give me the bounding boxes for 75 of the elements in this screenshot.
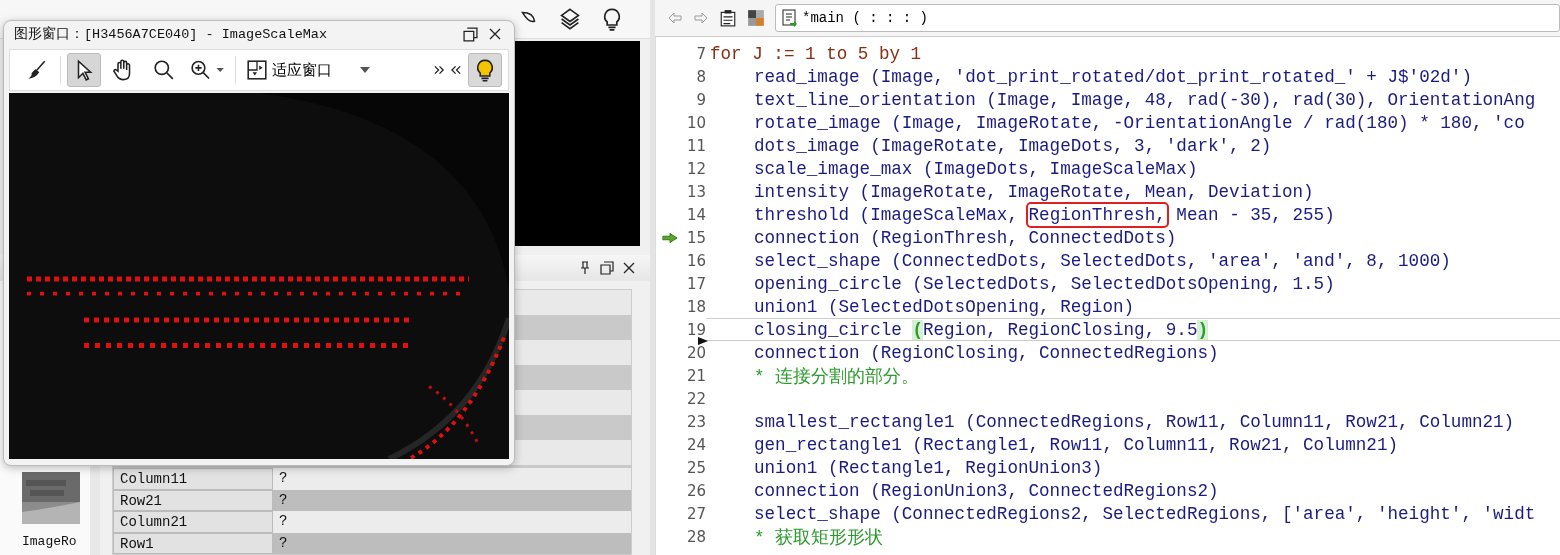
code-line: intensity (ImageRotate, ImageRotate, Mean, Deviation) (754, 181, 1314, 202)
code-line: union1 (Rectangle1, RegionUnion3) (754, 457, 1103, 478)
line-number: 10 (685, 113, 706, 132)
restore-icon[interactable] (600, 261, 614, 275)
search-icon (153, 59, 175, 81)
code-line: dots_image (ImageRotate, ImageDots, 3, 'dark', 2) (754, 135, 1272, 156)
code-line: scale_image_max (ImageDots, ImageScaleMax) (754, 158, 1198, 179)
code-line: rotate_image (Image, ImageRotate, -OrientationAngle / rad(180) * 180, 'co (754, 112, 1525, 133)
caret-icon (360, 67, 370, 73)
code-line: opening_circle (SelectedDots, SelectedDotsOpening, 1.5) (754, 273, 1335, 294)
chevrons-right-icon[interactable] (434, 65, 445, 75)
restore-icon[interactable] (463, 26, 478, 42)
procedure-dropdown[interactable]: *main ( : : : ) (775, 4, 1560, 32)
arrow-icon (662, 231, 678, 244)
line-number: 16 (685, 251, 706, 270)
triangle-marker-icon (698, 337, 708, 345)
clipboard-icon[interactable] (719, 9, 737, 27)
code-line: read_image (Image, 'dot_print_rotated/dot_print_rotated_' + J$'02d') (754, 66, 1472, 87)
line-number: 9 (695, 90, 706, 109)
code-line: * 连接分割的部分。 (754, 365, 920, 388)
pin-icon[interactable] (578, 261, 592, 275)
grid-icon[interactable] (747, 9, 765, 27)
line-number: 12 (685, 159, 706, 178)
line-number: 18 (685, 297, 706, 316)
code-line: closing_circle (Region, RegionClosing, 9.5) (754, 319, 1208, 340)
hints-toggle[interactable] (468, 53, 502, 87)
code-line: text_line_orientation (Image, Image, 48, rad(-30), rad(30), OrientationAng (754, 89, 1536, 110)
line-number: 23 (685, 412, 706, 431)
variable-name: Column11 (113, 468, 273, 490)
code-line: * 获取矩形形状 (754, 526, 884, 549)
line-number: 8 (695, 67, 706, 86)
code-line: gen_rectangle1 (Rectangle1, Row11, Column11, Row21, Column21) (754, 434, 1399, 455)
line-number: 24 (685, 435, 706, 454)
code-line: select_shape (ConnectedDots, SelectedDots, 'area', 'and', 8, 1000) (754, 250, 1451, 271)
code-line: connection (RegionThresh, ConnectedDots) (754, 227, 1177, 248)
layers-icon[interactable] (558, 7, 582, 31)
variable-name: Column21 (113, 511, 273, 533)
back-arrow-icon[interactable] (667, 12, 683, 24)
line-number: 22 (685, 389, 706, 408)
line-number: 7 (695, 44, 706, 63)
window-title: 图形窗口：[H3456A7CE040] - ImageScaleMax (14, 25, 328, 43)
line-number: 25 (685, 458, 706, 477)
line-number: 14 (685, 205, 706, 224)
line-number: 26 (685, 481, 706, 500)
fit-window-icon (246, 59, 268, 81)
forward-arrow-icon[interactable] (693, 12, 709, 24)
line-number: 15 (685, 228, 706, 247)
line-number: 13 (685, 182, 706, 201)
line-number: 17 (685, 274, 706, 293)
code-line: threshold (ImageScaleMax, RegionThresh, Mean - 35, 255) (754, 204, 1335, 225)
variable-value: ? (273, 468, 631, 490)
line-number: 21 (685, 366, 706, 385)
line-number: 28 (685, 527, 706, 546)
code-line: smallest_rectangle1 (ConnectedRegions, Row11, Column11, Row21, Column21) (754, 411, 1515, 432)
code-line: union1 (SelectedDotsOpening, Region) (754, 296, 1135, 317)
zoom-in-icon (190, 59, 226, 81)
close-icon[interactable] (488, 27, 502, 41)
procedure-icon (782, 9, 798, 27)
chevrons-left-icon[interactable] (451, 65, 462, 75)
fit-mode-dropdown[interactable]: 适应窗口 (242, 54, 374, 86)
code-line: connection (RegionClosing, ConnectedRegions) (754, 342, 1219, 363)
code-line: for J := 1 to 5 by 1 (710, 43, 922, 64)
variable-value: ? (273, 532, 631, 554)
code-line: connection (RegionUnion3, ConnectedRegions2) (754, 480, 1219, 501)
line-number: 11 (685, 136, 706, 155)
variable-value: ? (273, 489, 631, 511)
line-number: 19 (685, 320, 706, 339)
line-number: 20 (685, 343, 706, 362)
variable-name: Row1 (113, 532, 273, 554)
close-icon[interactable] (622, 261, 636, 275)
pointer-tool[interactable] (67, 53, 101, 87)
line-number: 27 (685, 504, 706, 523)
thumbnail-label: ImageRo (22, 533, 77, 551)
variable-name: Row21 (113, 489, 273, 511)
code-line: select_shape (ConnectedRegions2, SelectedRegions, ['area', 'height', 'widt (754, 503, 1536, 524)
